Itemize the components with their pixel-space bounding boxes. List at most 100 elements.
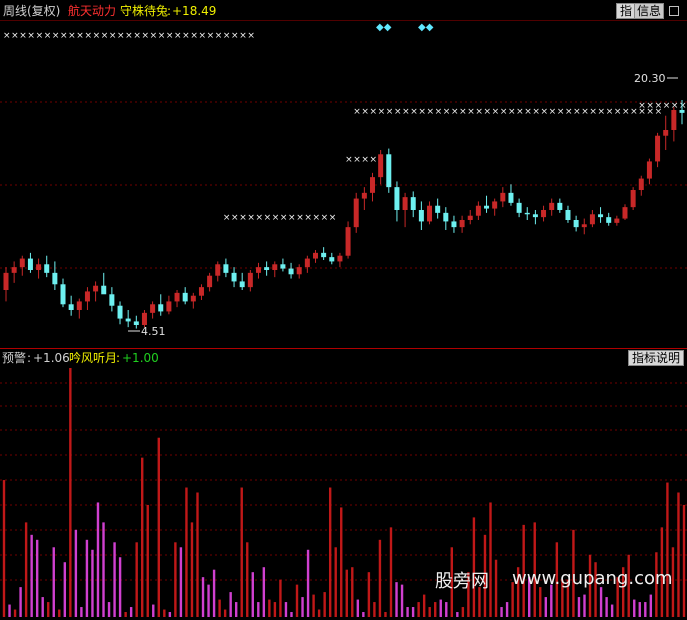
- candle-body: [125, 318, 131, 322]
- signal-marker: ×: [581, 107, 589, 117]
- signal-marker: ×: [598, 107, 606, 117]
- volume-bar: [677, 492, 680, 617]
- candle-body: [630, 190, 636, 208]
- candle-body: [541, 210, 547, 218]
- volume-bar: [434, 602, 437, 617]
- candle-body: [418, 210, 424, 222]
- volume-bar: [141, 457, 144, 617]
- candle-body: [36, 264, 42, 270]
- candle-body: [549, 202, 555, 210]
- volume-bar: [246, 542, 249, 617]
- candle-body: [573, 220, 579, 228]
- volume-bar: [384, 612, 387, 617]
- volume-bar: [190, 522, 194, 617]
- signal-marker: ×: [207, 31, 215, 41]
- signal-marker: ×: [280, 213, 288, 223]
- alert-value: +1.06: [33, 351, 70, 365]
- signal-marker: ×: [198, 31, 206, 41]
- candle-body: [150, 304, 156, 313]
- candle-body: [361, 192, 367, 199]
- volume-bar: [251, 572, 254, 617]
- volume-bar: [196, 492, 199, 617]
- volume-bar: [240, 487, 243, 617]
- signal-marker: ×: [215, 31, 223, 41]
- volume-bar: [439, 599, 442, 617]
- volume-bar: [345, 569, 348, 617]
- volume-bar: [129, 607, 133, 617]
- series-colon: :: [116, 351, 121, 365]
- candle-body: [589, 214, 595, 225]
- volume-bar: [362, 612, 365, 617]
- candle-body: [598, 214, 604, 218]
- signal-marker: ×: [247, 213, 255, 223]
- volume-bar: [395, 582, 398, 617]
- signal-marker: ×: [141, 31, 149, 41]
- volume-bar: [69, 368, 72, 617]
- signal-marker: ×: [166, 31, 174, 41]
- signal-marker: ×: [345, 155, 353, 165]
- signal-marker: ×: [190, 31, 198, 41]
- volume-bar: [373, 602, 376, 617]
- volume-bar: [13, 609, 17, 617]
- candle-body: [141, 312, 147, 325]
- volume-bar: [201, 577, 205, 617]
- signal-marker: ×: [508, 107, 516, 117]
- signal-marker: ×: [239, 213, 247, 223]
- candle-body: [353, 198, 359, 228]
- candle-body: [247, 272, 253, 288]
- signal-marker: ×: [541, 107, 549, 117]
- upper-grid: [0, 101, 687, 269]
- candle-body: [215, 264, 221, 276]
- signal-marker: ×: [394, 107, 402, 117]
- candle-body: [435, 205, 441, 213]
- candle-body: [239, 281, 245, 288]
- volume-bar: [257, 602, 260, 617]
- candle-body: [321, 252, 327, 258]
- signal-marker: ×: [557, 107, 565, 117]
- signal-marker: ×: [410, 107, 418, 117]
- volume-bar: [544, 597, 547, 617]
- volume-bar: [41, 597, 44, 617]
- volume-bar: [633, 599, 636, 617]
- candle-body: [304, 258, 310, 268]
- volume-bar: [284, 602, 288, 617]
- signal-marker: ×: [671, 101, 679, 111]
- signal-marker: ×: [239, 31, 247, 41]
- candle-body: [19, 258, 25, 268]
- signal-marker: ×: [500, 107, 508, 117]
- volume-bar: [8, 604, 11, 617]
- signal-marker: ×: [27, 31, 35, 41]
- diamond-layer: ◆◆ ◆◆: [376, 22, 434, 33]
- signal-marker: ×: [231, 31, 239, 41]
- signal-marker: ×: [516, 107, 524, 117]
- volume-bar: [185, 487, 188, 617]
- volume-bar: [74, 529, 78, 617]
- signal-marker: ×: [76, 31, 84, 41]
- line-label: 守株待兔: [120, 4, 169, 18]
- signal-marker: ×: [329, 213, 337, 223]
- volume-bar: [328, 487, 332, 617]
- volume-bar: [605, 597, 608, 617]
- volume-bar: [2, 480, 6, 617]
- candle-body: [255, 267, 261, 273]
- candle-body: [475, 205, 481, 216]
- signal-marker: ×: [19, 31, 27, 41]
- candle-body: [467, 215, 473, 220]
- signal-marker: ×: [606, 107, 614, 117]
- signal-marker: ×: [361, 155, 369, 165]
- panel-close-icon[interactable]: [669, 6, 679, 16]
- info-button[interactable]: 信息: [634, 3, 665, 19]
- candle-body: [378, 154, 384, 178]
- candle-body: [386, 154, 392, 188]
- signal-marker: ×: [614, 107, 622, 117]
- candle-body: [207, 275, 213, 288]
- volume-bar: [229, 592, 232, 617]
- indicator-help-button[interactable]: 指标说明: [628, 350, 685, 366]
- indicator-toggle-button[interactable]: 指: [616, 3, 637, 19]
- volume-bar: [340, 507, 343, 617]
- signal-marker: ×: [304, 213, 312, 223]
- signal-marker: ×: [272, 213, 280, 223]
- volume-bar: [610, 604, 614, 617]
- volume-bar: [367, 572, 371, 617]
- signal-marker: ×: [353, 155, 361, 165]
